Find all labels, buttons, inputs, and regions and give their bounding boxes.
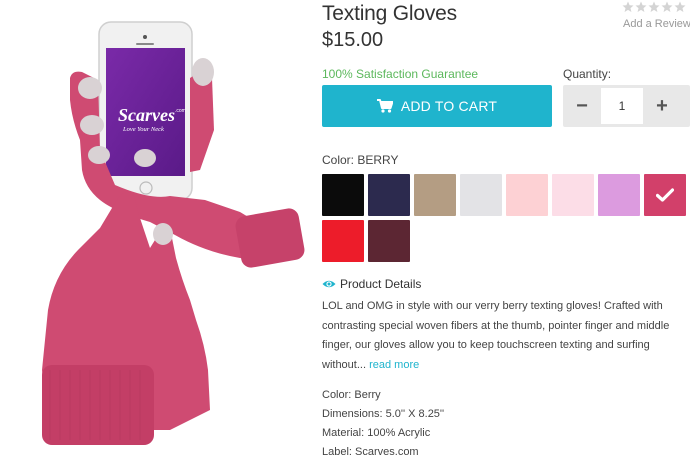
color-swatch-berry[interactable] xyxy=(644,174,686,216)
spec-color: Color: Berry xyxy=(322,389,381,401)
product-title: Texting Gloves xyxy=(322,2,457,25)
color-label: Color: BERRY xyxy=(322,153,399,167)
color-swatch-light-pink[interactable] xyxy=(506,174,548,216)
star-icon xyxy=(674,1,686,12)
star-rating[interactable] xyxy=(622,1,686,13)
quantity-label: Quantity: xyxy=(563,67,612,81)
color-swatch-taupe[interactable] xyxy=(414,174,456,216)
cart-icon xyxy=(376,99,393,113)
color-swatch-black[interactable] xyxy=(322,174,364,216)
color-swatch-pale-pink[interactable] xyxy=(552,174,594,216)
satisfaction-guarantee: 100% Satisfaction Guarantee xyxy=(322,67,479,81)
color-swatch-red[interactable] xyxy=(322,220,364,262)
screen-tagline: Love Your Neck xyxy=(122,126,164,133)
product-image: Scarves .com Love Your Neck xyxy=(0,0,310,463)
add-review-link[interactable]: Add a Review xyxy=(623,18,690,30)
screen-brand-suffix: .com xyxy=(175,108,186,114)
spec-label: Label: Scarves.com xyxy=(322,446,419,458)
star-icon xyxy=(661,1,673,12)
product-details-title: Product Details xyxy=(340,277,422,291)
screen-brand: Scarves xyxy=(118,105,175,125)
color-swatches xyxy=(322,174,690,262)
quantity-decrement-button[interactable]: − xyxy=(563,85,601,127)
color-swatch-light-gray[interactable] xyxy=(460,174,502,216)
add-to-cart-button[interactable]: ADD TO CART xyxy=(322,85,552,127)
spec-material: Material: 100% Acrylic xyxy=(322,427,431,439)
read-more-link[interactable]: read more xyxy=(369,359,419,371)
color-swatch-lavender[interactable] xyxy=(598,174,640,216)
star-icon xyxy=(622,1,634,12)
color-swatch-burgundy[interactable] xyxy=(368,220,410,262)
product-description: LOL and OMG in style with our verry berr… xyxy=(322,297,688,375)
product-specs: Color: Berry Dimensions: 5.0'' X 8.25'' … xyxy=(322,386,444,462)
quantity-input[interactable] xyxy=(601,88,643,124)
star-icon xyxy=(635,1,647,12)
quantity-stepper: − + xyxy=(563,85,690,127)
checkmark-icon xyxy=(656,188,674,202)
product-photo: Scarves .com Love Your Neck xyxy=(42,21,305,445)
quantity-increment-button[interactable]: + xyxy=(643,85,681,127)
glove-cuff xyxy=(42,365,154,445)
add-to-cart-label: ADD TO CART xyxy=(400,98,498,114)
star-icon xyxy=(648,1,660,12)
product-details-heading: Product Details xyxy=(322,277,421,291)
color-swatch-navy[interactable] xyxy=(368,174,410,216)
spec-dimensions: Dimensions: 5.0'' X 8.25'' xyxy=(322,408,445,420)
eye-icon xyxy=(322,280,336,288)
product-price: $15.00 xyxy=(322,29,384,51)
